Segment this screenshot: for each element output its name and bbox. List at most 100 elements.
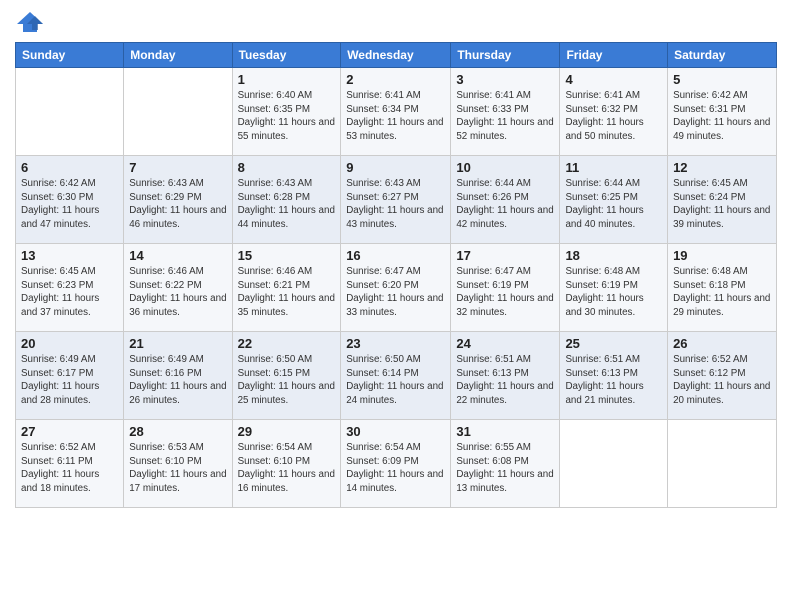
day-info-3-4: Sunrise: 6:51 AM Sunset: 6:13 PM Dayligh… <box>456 353 554 408</box>
cell-1-4: 10 Sunrise: 6:44 AM Sunset: 6:26 PM Dayli… <box>451 156 560 244</box>
header-friday: Friday <box>560 43 668 68</box>
day-info-0-4: Sunrise: 6:41 AM Sunset: 6:33 PM Dayligh… <box>456 89 554 144</box>
day-info-1-4: Sunrise: 6:44 AM Sunset: 6:26 PM Dayligh… <box>456 177 554 232</box>
day-number-3-6: 26 <box>673 336 771 351</box>
day-number-0-2: 1 <box>238 72 336 87</box>
cell-1-0: 6 Sunrise: 6:42 AM Sunset: 6:30 PM Daylig… <box>16 156 124 244</box>
week-row-1: 6 Sunrise: 6:42 AM Sunset: 6:30 PM Daylig… <box>16 156 777 244</box>
cell-0-4: 3 Sunrise: 6:41 AM Sunset: 6:33 PM Daylig… <box>451 68 560 156</box>
cell-1-2: 8 Sunrise: 6:43 AM Sunset: 6:28 PM Daylig… <box>232 156 341 244</box>
cell-3-6: 26 Sunrise: 6:52 AM Sunset: 6:12 PM Dayli… <box>668 332 777 420</box>
cell-2-0: 13 Sunrise: 6:45 AM Sunset: 6:23 PM Dayli… <box>16 244 124 332</box>
header-monday: Monday <box>124 43 232 68</box>
day-number-3-3: 23 <box>346 336 445 351</box>
cell-3-3: 23Sunrise: 6:50 AM Sunset: 6:14 PM Dayli… <box>341 332 451 420</box>
day-info-3-6: Sunrise: 6:52 AM Sunset: 6:12 PM Dayligh… <box>673 353 771 408</box>
cell-4-5 <box>560 420 668 508</box>
cell-0-5: 4Sunrise: 6:41 AM Sunset: 6:32 PM Daylig… <box>560 68 668 156</box>
day-info-3-0: Sunrise: 6:49 AM Sunset: 6:17 PM Dayligh… <box>21 353 118 408</box>
cell-0-3: 2Sunrise: 6:41 AM Sunset: 6:34 PM Daylig… <box>341 68 451 156</box>
day-number-3-1: 21 <box>129 336 226 351</box>
day-info-4-2: Sunrise: 6:54 AM Sunset: 6:10 PM Dayligh… <box>238 441 336 496</box>
logo-area <box>15 10 49 34</box>
week-row-3: 20 Sunrise: 6:49 AM Sunset: 6:17 PM Dayli… <box>16 332 777 420</box>
cell-3-4: 24Sunrise: 6:51 AM Sunset: 6:13 PM Dayli… <box>451 332 560 420</box>
day-number-1-4: 10 <box>456 160 554 175</box>
weekday-header-row: Sunday Monday Tuesday Wednesday Thursday… <box>16 43 777 68</box>
cell-2-3: 16 Sunrise: 6:47 AM Sunset: 6:20 PM Dayli… <box>341 244 451 332</box>
day-info-1-2: Sunrise: 6:43 AM Sunset: 6:28 PM Dayligh… <box>238 177 336 232</box>
cell-3-0: 20 Sunrise: 6:49 AM Sunset: 6:17 PM Dayli… <box>16 332 124 420</box>
logo-icon <box>15 10 45 34</box>
cell-2-5: 18 Sunrise: 6:48 AM Sunset: 6:19 PM Dayli… <box>560 244 668 332</box>
day-info-2-1: Sunrise: 6:46 AM Sunset: 6:22 PM Dayligh… <box>129 265 226 320</box>
header-saturday: Saturday <box>668 43 777 68</box>
day-info-3-5: Sunrise: 6:51 AM Sunset: 6:13 PM Dayligh… <box>565 353 662 408</box>
day-info-3-1: Sunrise: 6:49 AM Sunset: 6:16 PM Dayligh… <box>129 353 226 408</box>
cell-2-6: 19Sunrise: 6:48 AM Sunset: 6:18 PM Dayli… <box>668 244 777 332</box>
day-number-1-1: 7 <box>129 160 226 175</box>
day-number-1-3: 9 <box>346 160 445 175</box>
day-info-2-4: Sunrise: 6:47 AM Sunset: 6:19 PM Dayligh… <box>456 265 554 320</box>
day-number-0-4: 3 <box>456 72 554 87</box>
day-number-0-6: 5 <box>673 72 771 87</box>
day-number-4-4: 31 <box>456 424 554 439</box>
header <box>15 10 777 34</box>
day-info-4-0: Sunrise: 6:52 AM Sunset: 6:11 PM Dayligh… <box>21 441 118 496</box>
cell-0-2: 1 Sunrise: 6:40 AM Sunset: 6:35 PM Daylig… <box>232 68 341 156</box>
day-number-4-1: 28 <box>129 424 226 439</box>
day-number-2-0: 13 <box>21 248 118 263</box>
day-number-1-2: 8 <box>238 160 336 175</box>
day-number-0-5: 4 <box>565 72 662 87</box>
day-number-4-2: 29 <box>238 424 336 439</box>
day-info-2-2: Sunrise: 6:46 AM Sunset: 6:21 PM Dayligh… <box>238 265 336 320</box>
cell-1-5: 11 Sunrise: 6:44 AM Sunset: 6:25 PM Dayli… <box>560 156 668 244</box>
day-info-4-3: Sunrise: 6:54 AM Sunset: 6:09 PM Dayligh… <box>346 441 445 496</box>
day-info-2-0: Sunrise: 6:45 AM Sunset: 6:23 PM Dayligh… <box>21 265 118 320</box>
header-wednesday: Wednesday <box>341 43 451 68</box>
day-number-2-5: 18 <box>565 248 662 263</box>
day-info-4-1: Sunrise: 6:53 AM Sunset: 6:10 PM Dayligh… <box>129 441 226 496</box>
day-number-1-5: 11 <box>565 160 662 175</box>
day-number-4-0: 27 <box>21 424 118 439</box>
cell-4-3: 30 Sunrise: 6:54 AM Sunset: 6:09 PM Dayli… <box>341 420 451 508</box>
cell-4-4: 31Sunrise: 6:55 AM Sunset: 6:08 PM Dayli… <box>451 420 560 508</box>
day-number-4-3: 30 <box>346 424 445 439</box>
day-info-1-3: Sunrise: 6:43 AM Sunset: 6:27 PM Dayligh… <box>346 177 445 232</box>
day-info-1-1: Sunrise: 6:43 AM Sunset: 6:29 PM Dayligh… <box>129 177 226 232</box>
day-info-1-0: Sunrise: 6:42 AM Sunset: 6:30 PM Dayligh… <box>21 177 118 232</box>
day-info-2-5: Sunrise: 6:48 AM Sunset: 6:19 PM Dayligh… <box>565 265 662 320</box>
cell-3-2: 22 Sunrise: 6:50 AM Sunset: 6:15 PM Dayli… <box>232 332 341 420</box>
cell-2-1: 14 Sunrise: 6:46 AM Sunset: 6:22 PM Dayli… <box>124 244 232 332</box>
cell-1-6: 12Sunrise: 6:45 AM Sunset: 6:24 PM Dayli… <box>668 156 777 244</box>
cell-0-0 <box>16 68 124 156</box>
day-number-1-0: 6 <box>21 160 118 175</box>
header-tuesday: Tuesday <box>232 43 341 68</box>
cell-4-1: 28 Sunrise: 6:53 AM Sunset: 6:10 PM Dayli… <box>124 420 232 508</box>
day-info-2-3: Sunrise: 6:47 AM Sunset: 6:20 PM Dayligh… <box>346 265 445 320</box>
cell-0-1 <box>124 68 232 156</box>
cell-3-5: 25 Sunrise: 6:51 AM Sunset: 6:13 PM Dayli… <box>560 332 668 420</box>
cell-4-2: 29 Sunrise: 6:54 AM Sunset: 6:10 PM Dayli… <box>232 420 341 508</box>
day-number-2-1: 14 <box>129 248 226 263</box>
day-info-1-5: Sunrise: 6:44 AM Sunset: 6:25 PM Dayligh… <box>565 177 662 232</box>
cell-1-1: 7 Sunrise: 6:43 AM Sunset: 6:29 PM Daylig… <box>124 156 232 244</box>
day-number-3-0: 20 <box>21 336 118 351</box>
calendar-table: Sunday Monday Tuesday Wednesday Thursday… <box>15 42 777 508</box>
week-row-2: 13 Sunrise: 6:45 AM Sunset: 6:23 PM Dayli… <box>16 244 777 332</box>
week-row-0: 1 Sunrise: 6:40 AM Sunset: 6:35 PM Daylig… <box>16 68 777 156</box>
page: Sunday Monday Tuesday Wednesday Thursday… <box>0 0 792 612</box>
day-number-2-6: 19 <box>673 248 771 263</box>
day-info-0-2: Sunrise: 6:40 AM Sunset: 6:35 PM Dayligh… <box>238 89 336 144</box>
header-sunday: Sunday <box>16 43 124 68</box>
cell-3-1: 21 Sunrise: 6:49 AM Sunset: 6:16 PM Dayli… <box>124 332 232 420</box>
day-number-3-5: 25 <box>565 336 662 351</box>
day-info-0-3: Sunrise: 6:41 AM Sunset: 6:34 PM Dayligh… <box>346 89 445 144</box>
day-number-2-3: 16 <box>346 248 445 263</box>
day-info-3-2: Sunrise: 6:50 AM Sunset: 6:15 PM Dayligh… <box>238 353 336 408</box>
day-info-0-6: Sunrise: 6:42 AM Sunset: 6:31 PM Dayligh… <box>673 89 771 144</box>
day-info-1-6: Sunrise: 6:45 AM Sunset: 6:24 PM Dayligh… <box>673 177 771 232</box>
day-number-3-2: 22 <box>238 336 336 351</box>
cell-1-3: 9 Sunrise: 6:43 AM Sunset: 6:27 PM Daylig… <box>341 156 451 244</box>
day-number-2-2: 15 <box>238 248 336 263</box>
